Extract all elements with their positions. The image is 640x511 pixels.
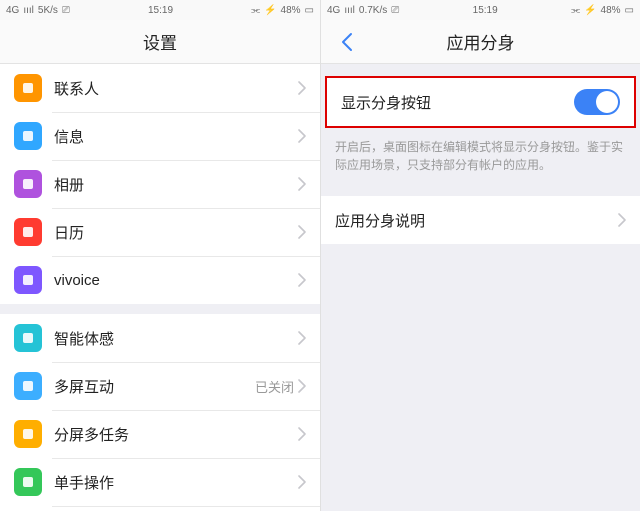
chevron-right-icon: [298, 273, 306, 287]
net-label: 4G: [6, 5, 19, 16]
appclone-content[interactable]: 显示分身按钮 开启后，桌面图标在编辑模式将显示分身按钮。鉴于实际应用场景，只支持…: [321, 64, 640, 511]
toggle-switch[interactable]: [574, 89, 620, 115]
battery-icon: ⚡: [264, 5, 276, 16]
onehand-icon: [14, 468, 42, 496]
settings-row[interactable]: 联系人: [0, 64, 320, 112]
row-value: 已关闭: [255, 377, 294, 396]
chevron-right-icon: [298, 177, 306, 191]
settings-row[interactable]: 超级截屏: [0, 506, 320, 511]
chevron-right-icon: [618, 213, 626, 227]
speed-label: 5K/s: [38, 5, 58, 16]
chevron-right-icon: [298, 331, 306, 345]
settings-row[interactable]: 日历: [0, 208, 320, 256]
page-title: 设置: [143, 29, 177, 54]
sim-icon: ⎚: [62, 5, 70, 16]
settings-row[interactable]: 信息: [0, 112, 320, 160]
time-label: 15:19: [473, 5, 498, 16]
chevron-right-icon: [298, 225, 306, 239]
battery-icon: ⚡: [584, 5, 596, 16]
vivoice-icon: [14, 266, 42, 294]
settings-row[interactable]: vivoice: [0, 256, 320, 304]
settings-list[interactable]: 联系人信息相册日历 vivoice 智能体感多屏互动已关闭分屏多任务单手操作超级截…: [0, 64, 320, 511]
group-info: 应用分身说明: [321, 196, 640, 244]
sim-icon: ⎚: [391, 5, 399, 16]
splitscreen-icon: [14, 420, 42, 448]
row-label: 单手操作: [54, 472, 298, 493]
net-label: 4G: [327, 5, 340, 16]
chevron-right-icon: [298, 379, 306, 393]
photos-icon: [14, 170, 42, 198]
row-label: 多屏互动: [54, 376, 255, 397]
settings-row[interactable]: 多屏互动已关闭: [0, 362, 320, 410]
battery-label: 48%: [601, 5, 621, 16]
chevron-right-icon: [298, 427, 306, 441]
toggle-description: 开启后，桌面图标在编辑模式将显示分身按钮。鉴于实际应用场景，只支持部分有帐户的应…: [321, 130, 640, 186]
row-label: 日历: [54, 222, 298, 243]
vibrate-icon: ⫘: [251, 5, 260, 16]
chevron-right-icon: [298, 475, 306, 489]
statusbar: 4G ıııl 0.7K/s ⎚ 15:19 ⫘ ⚡ 48% ▭: [321, 0, 640, 20]
battery-shape-icon: ▭: [625, 5, 634, 16]
row-label: 相册: [54, 174, 298, 195]
settings-row[interactable]: 单手操作: [0, 458, 320, 506]
settings-row[interactable]: 相册: [0, 160, 320, 208]
toggle-label: 显示分身按钮: [341, 92, 574, 113]
row-label: vivoice: [54, 272, 298, 289]
contacts-icon: [14, 74, 42, 102]
battery-label: 48%: [281, 5, 301, 16]
phone-left: 4G ıııl 5K/s ⎚ 15:19 ⫘ ⚡ 48% ▭ 设置 联系人信息相…: [0, 0, 320, 511]
phone-right: 4G ıııl 0.7K/s ⎚ 15:19 ⫘ ⚡ 48% ▭ 应用分身 显示…: [320, 0, 640, 511]
settings-row[interactable]: 智能体感: [0, 314, 320, 362]
row-label: 智能体感: [54, 328, 298, 349]
statusbar: 4G ıııl 5K/s ⎚ 15:19 ⫘ ⚡ 48% ▭: [0, 0, 320, 20]
time-label: 15:19: [148, 5, 173, 16]
topbar: 应用分身: [321, 20, 640, 64]
group-features: 智能体感多屏互动已关闭分屏多任务单手操作超级截屏: [0, 314, 320, 511]
messages-icon: [14, 122, 42, 150]
row-label: 分屏多任务: [54, 424, 298, 445]
topbar: 设置: [0, 20, 320, 64]
highlight-marker: 显示分身按钮: [325, 76, 636, 128]
multiscreen-icon: [14, 372, 42, 400]
chevron-right-icon: [298, 129, 306, 143]
row-label: 应用分身说明: [335, 210, 618, 231]
speed-label: 0.7K/s: [359, 5, 387, 16]
row-label: 联系人: [54, 78, 298, 99]
signal-icon: ıııl: [344, 5, 355, 16]
settings-row[interactable]: 分屏多任务: [0, 410, 320, 458]
toggle-row-show-clone[interactable]: 显示分身按钮: [327, 78, 634, 126]
signal-icon: ıııl: [23, 5, 34, 16]
back-button[interactable]: [329, 20, 365, 64]
calendar-icon: [14, 218, 42, 246]
smartsense-icon: [14, 324, 42, 352]
battery-shape-icon: ▭: [305, 5, 314, 16]
vibrate-icon: ⫘: [571, 5, 580, 16]
row-label: 信息: [54, 126, 298, 147]
page-title: 应用分身: [447, 29, 515, 54]
row-appclone-info[interactable]: 应用分身说明: [321, 196, 640, 244]
group-apps: 联系人信息相册日历 vivoice: [0, 64, 320, 304]
chevron-right-icon: [298, 81, 306, 95]
